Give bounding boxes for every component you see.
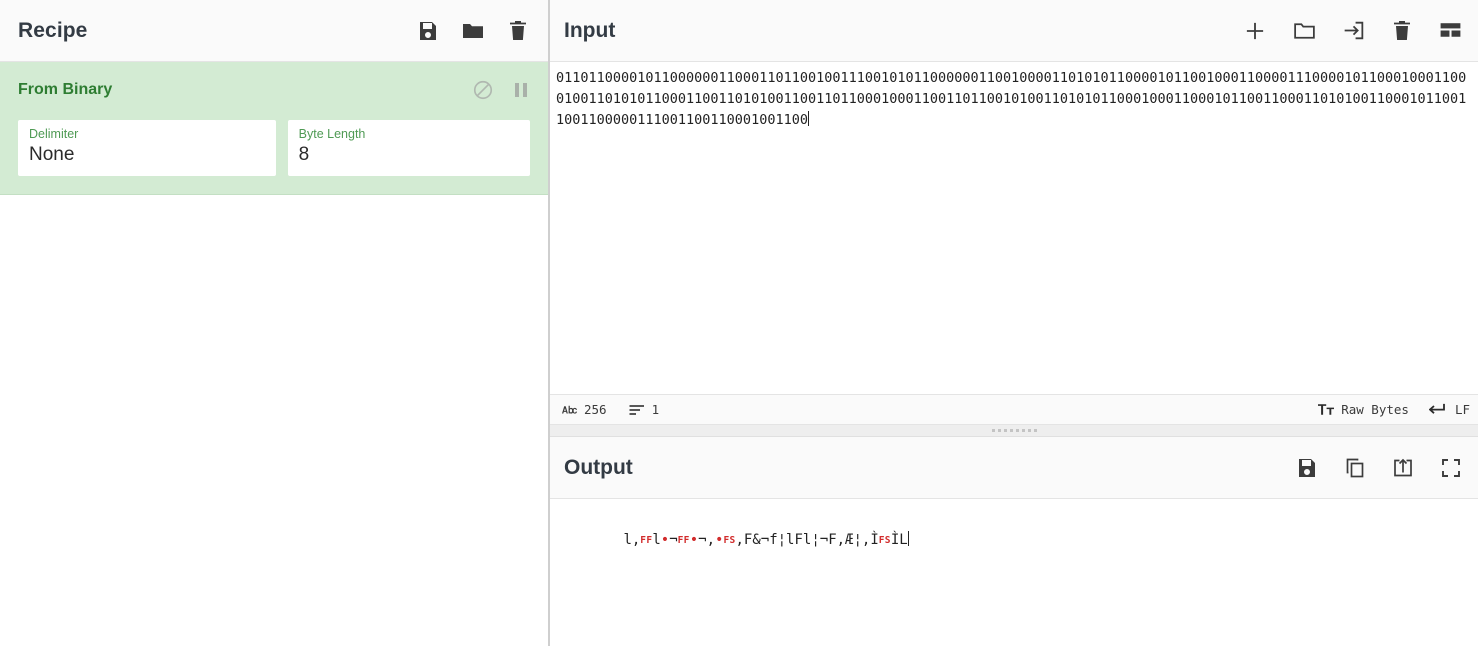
operation-title: From Binary — [18, 81, 113, 98]
byte-length-field[interactable]: Byte Length 8 — [287, 120, 530, 176]
control-char-badge: FF — [640, 535, 653, 546]
output-caret — [907, 531, 909, 546]
disable-icon — [473, 80, 493, 100]
output-text-run: ¬ — [669, 532, 678, 548]
output-editor[interactable]: l,FFl•¬FF•¬,•FS,F&¬f¦lFl¦¬F,Æ¦,ÌFSÌL — [550, 499, 1478, 646]
lines-icon — [629, 404, 644, 415]
recipe-pane: Recipe From Binary Delimiter None Byte L… — [0, 0, 550, 646]
breakpoint-button[interactable] — [512, 80, 530, 100]
recipe-title: Recipe — [18, 18, 88, 42]
output-title: Output — [564, 455, 633, 479]
input-eol-value: LF — [1454, 402, 1470, 417]
input-lines-status: 1 — [629, 402, 660, 417]
output-text-run: ¬, — [698, 532, 715, 548]
input-encoding-value: Raw Bytes — [1341, 402, 1409, 417]
byte-length-value[interactable]: 8 — [299, 143, 519, 167]
output-header: Output — [550, 437, 1478, 499]
input-eol-selector[interactable]: LF — [1428, 402, 1470, 417]
input-editor[interactable]: 0110110000101100000011000110110010011100… — [550, 62, 1478, 394]
control-char-badge: FS — [878, 535, 891, 546]
clear-input-button[interactable] — [1390, 19, 1414, 43]
folder-icon — [1294, 23, 1315, 39]
cyberchef-app: Recipe From Binary Delimiter None Byte L… — [0, 0, 1480, 646]
recipe-drop-area[interactable] — [0, 195, 548, 646]
input-length-value: 256 — [584, 402, 607, 417]
import-icon — [1344, 21, 1364, 40]
operation-header: From Binary — [18, 78, 530, 102]
save-icon — [420, 21, 436, 40]
save-recipe-button[interactable] — [416, 19, 440, 43]
save-icon — [1299, 458, 1315, 477]
control-char-dot: • — [660, 532, 670, 548]
operation-arguments: Delimiter None Byte Length 8 — [18, 120, 530, 176]
control-char-dot: • — [689, 532, 699, 548]
replace-input-button[interactable] — [1391, 456, 1415, 480]
open-file-button[interactable] — [1292, 18, 1317, 43]
output-toolbar — [1295, 456, 1463, 480]
reset-pane-layout-button[interactable] — [1438, 18, 1463, 43]
io-splitter[interactable] — [550, 425, 1478, 437]
input-toolbar — [1242, 18, 1463, 44]
output-text-run: ÌL — [890, 532, 908, 548]
input-length-status: 256 — [562, 402, 607, 417]
delimiter-label: Delimiter — [29, 127, 79, 141]
pause-icon — [515, 83, 527, 97]
save-output-button[interactable] — [1295, 456, 1319, 480]
delimiter-value[interactable]: None — [29, 143, 265, 167]
clear-recipe-button[interactable] — [506, 19, 530, 43]
input-status-bar: 256 1 Raw Bytes LF — [550, 394, 1478, 425]
output-text: l,FFl•¬FF•¬,•FS,F&¬f¦lFl¦¬F,Æ¦,ÌFSÌL — [623, 532, 907, 548]
io-pane: Input 0110110000101100000011000110110010… — [550, 0, 1478, 646]
recipe-toolbar — [416, 19, 530, 43]
recipe-header: Recipe — [0, 0, 548, 62]
plus-icon — [1246, 22, 1264, 39]
output-section: Output l,FFl•¬FF•¬,•FS,F&¬f¦lFl¦¬F,Æ¦,ÌF… — [550, 437, 1478, 646]
trash-icon — [1394, 20, 1410, 40]
copy-output-button[interactable] — [1343, 456, 1367, 480]
operation-toolbar — [472, 79, 530, 101]
open-folder-button[interactable] — [1341, 18, 1366, 43]
recipe-operation-from-binary[interactable]: From Binary Delimiter None Byte Length 8 — [0, 62, 548, 195]
abc-icon — [562, 405, 577, 414]
return-icon — [1428, 403, 1445, 414]
input-text[interactable]: 0110110000101100000011000110110010011100… — [556, 70, 1466, 128]
font-icon — [1318, 404, 1335, 415]
input-lines-value: 1 — [651, 402, 660, 417]
bake-to-input-icon — [1394, 458, 1412, 476]
output-text-run: ,F&¬f¦lFl¦¬F,Æ¦,Ì — [735, 532, 879, 548]
layout-icon — [1440, 23, 1461, 37]
folder-icon — [463, 23, 483, 38]
input-status-left: 256 1 — [562, 402, 659, 417]
maximise-output-button[interactable] — [1439, 456, 1463, 480]
control-char-badge: FF — [677, 535, 690, 546]
trash-icon — [510, 20, 526, 40]
input-section: Input 0110110000101100000011000110110010… — [550, 0, 1478, 425]
disable-operation-button[interactable] — [472, 79, 494, 101]
add-input-tab-button[interactable] — [1242, 18, 1268, 44]
fullscreen-icon — [1442, 458, 1460, 477]
splitter-grip — [991, 429, 1037, 432]
output-text-run: l, — [623, 532, 641, 548]
copy-icon — [1346, 458, 1364, 477]
byte-length-label: Byte Length — [298, 127, 366, 141]
input-header: Input — [550, 0, 1478, 62]
load-recipe-button[interactable] — [461, 19, 485, 43]
output-text-run: l — [652, 532, 661, 548]
input-caret — [807, 111, 809, 126]
delimiter-field[interactable]: Delimiter None — [18, 120, 276, 176]
input-title: Input — [564, 18, 616, 42]
control-char-badge: FS — [723, 535, 736, 546]
input-encoding-selector[interactable]: Raw Bytes — [1318, 402, 1409, 417]
input-status-right: Raw Bytes LF — [1318, 402, 1470, 417]
